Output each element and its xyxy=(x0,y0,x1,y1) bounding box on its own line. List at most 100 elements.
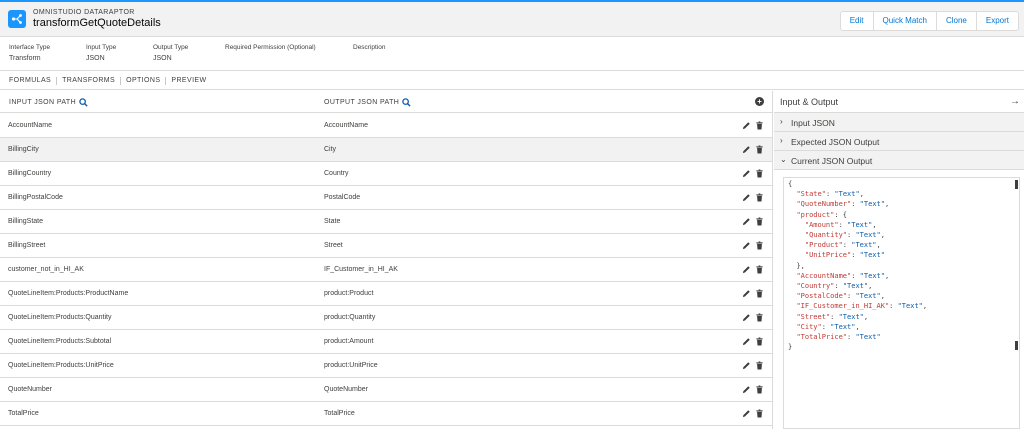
table-row[interactable]: QuoteLineItem:Products:ProductName produc… xyxy=(0,282,772,306)
edit-icon[interactable] xyxy=(742,193,751,202)
table-row[interactable]: BillingCity City xyxy=(0,138,772,162)
delete-icon[interactable] xyxy=(755,241,764,250)
input-path-cell: customer_not_in_HI_AK xyxy=(8,266,84,273)
required-permission-field: Required Permission (Optional) xyxy=(225,44,316,51)
output-path-cell: product:Product xyxy=(324,290,374,297)
export-button[interactable]: Export xyxy=(975,12,1018,30)
add-mapping-icon[interactable]: + xyxy=(755,97,764,106)
chevron-right-icon: › xyxy=(780,136,783,145)
delete-icon[interactable] xyxy=(755,337,764,346)
current-json-output-editor[interactable]: { "State": "Text", "QuoteNumber": "Text"… xyxy=(783,177,1020,429)
table-row[interactable]: QuoteLineItem:Products:UnitPrice product:… xyxy=(0,354,772,378)
quick-match-button[interactable]: Quick Match xyxy=(872,12,936,30)
delete-icon[interactable] xyxy=(755,217,764,226)
chevron-right-icon: › xyxy=(780,117,783,126)
output-path-cell: product:Amount xyxy=(324,338,374,345)
scrollbar-bottom-marker[interactable] xyxy=(1015,341,1018,350)
scrollbar-top-marker[interactable] xyxy=(1015,180,1018,189)
tab-bar: FORMULAS TRANSFORMS OPTIONS PREVIEW xyxy=(0,72,1024,90)
delete-icon[interactable] xyxy=(755,193,764,202)
input-output-title: Input & Output xyxy=(780,97,839,107)
delete-icon[interactable] xyxy=(755,409,764,418)
table-row[interactable]: QuoteNumber QuoteNumber xyxy=(0,378,772,402)
delete-icon[interactable] xyxy=(755,385,764,394)
table-row[interactable]: QuoteLineItem:Products:Subtotal product:A… xyxy=(0,330,772,354)
section-input-json[interactable]: › Input JSON xyxy=(774,113,1024,132)
output-type-field: Output Type JSON xyxy=(153,44,189,62)
table-row[interactable]: BillingState State xyxy=(0,210,772,234)
output-path-header: OUTPUT JSON PATH xyxy=(324,98,411,107)
dataraptor-icon xyxy=(8,10,26,28)
table-row[interactable]: BillingCountry Country xyxy=(0,162,772,186)
edit-icon[interactable] xyxy=(742,217,751,226)
input-path-cell: TotalPrice xyxy=(8,410,39,417)
delete-icon[interactable] xyxy=(755,145,764,154)
table-row[interactable]: QuoteLineItem:Products:Quantity product:Q… xyxy=(0,306,772,330)
edit-icon[interactable] xyxy=(742,265,751,274)
output-path-cell: QuoteNumber xyxy=(324,386,368,393)
edit-button[interactable]: Edit xyxy=(840,12,873,30)
input-path-cell: BillingCountry xyxy=(8,170,52,177)
collapse-panel-icon[interactable]: → xyxy=(1010,96,1020,107)
input-path-cell: QuoteNumber xyxy=(8,386,52,393)
section-expected-json-output[interactable]: › Expected JSON Output xyxy=(774,132,1024,151)
tab-formulas[interactable]: FORMULAS xyxy=(4,76,58,85)
delete-icon[interactable] xyxy=(755,265,764,274)
interface-type-field: Interface Type Transform xyxy=(9,44,51,62)
table-row[interactable]: BillingStreet Street xyxy=(0,234,772,258)
input-path-cell: BillingPostalCode xyxy=(8,194,63,201)
object-type-label: OMNISTUDIO DATARAPTOR xyxy=(33,9,135,16)
output-path-cell: PostalCode xyxy=(324,194,361,201)
delete-icon[interactable] xyxy=(755,121,764,130)
chevron-down-icon: ⌄ xyxy=(780,155,787,164)
input-path-cell: AccountName xyxy=(8,122,52,129)
header-button-group: Edit Quick Match Clone Export xyxy=(839,11,1019,31)
page-header: OMNISTUDIO DATARAPTOR transformGetQuoteD… xyxy=(0,2,1024,37)
mapping-table: INPUT JSON PATH OUTPUT JSON PATH + Accou… xyxy=(0,91,773,429)
input-path-cell: BillingCity xyxy=(8,146,39,153)
input-path-cell: QuoteLineItem:Products:Quantity xyxy=(8,314,112,321)
input-path-cell: QuoteLineItem:Products:Subtotal xyxy=(8,338,112,345)
edit-icon[interactable] xyxy=(742,409,751,418)
table-row[interactable]: TotalPrice TotalPrice xyxy=(0,402,772,426)
tab-transforms[interactable]: TRANSFORMS xyxy=(57,76,122,85)
mapping-table-header: INPUT JSON PATH OUTPUT JSON PATH + xyxy=(0,91,772,113)
search-icon[interactable] xyxy=(79,98,88,107)
tab-preview[interactable]: PREVIEW xyxy=(166,77,211,85)
table-row[interactable]: BillingPostalCode PostalCode xyxy=(0,186,772,210)
edit-icon[interactable] xyxy=(742,121,751,130)
edit-icon[interactable] xyxy=(742,337,751,346)
output-path-cell: TotalPrice xyxy=(324,410,355,417)
edit-icon[interactable] xyxy=(742,241,751,250)
tab-options[interactable]: OPTIONS xyxy=(121,76,167,85)
record-details: Interface Type Transform Input Type JSON… xyxy=(0,37,1024,71)
clone-button[interactable]: Clone xyxy=(935,12,976,30)
table-row[interactable]: customer_not_in_HI_AK IF_Customer_in_HI_A… xyxy=(0,258,772,282)
delete-icon[interactable] xyxy=(755,289,764,298)
input-path-cell: QuoteLineItem:Products:UnitPrice xyxy=(8,362,114,369)
output-path-cell: AccountName xyxy=(324,122,368,129)
output-path-cell: IF_Customer_in_HI_AK xyxy=(324,266,398,273)
json-output-text: { "State": "Text", "QuoteNumber": "Text"… xyxy=(788,180,928,352)
input-path-cell: QuoteLineItem:Products:ProductName xyxy=(8,290,129,297)
edit-icon[interactable] xyxy=(742,289,751,298)
edit-icon[interactable] xyxy=(742,313,751,322)
input-output-panel: Input & Output → › Input JSON › Expected… xyxy=(774,91,1024,429)
edit-icon[interactable] xyxy=(742,361,751,370)
search-icon[interactable] xyxy=(402,98,411,107)
output-path-cell: product:Quantity xyxy=(324,314,376,321)
output-path-cell: Street xyxy=(324,242,343,249)
input-path-cell: BillingState xyxy=(8,218,44,225)
section-current-json-output[interactable]: ⌄ Current JSON Output xyxy=(774,151,1024,170)
delete-icon[interactable] xyxy=(755,313,764,322)
edit-icon[interactable] xyxy=(742,169,751,178)
delete-icon[interactable] xyxy=(755,361,764,370)
edit-icon[interactable] xyxy=(742,145,751,154)
table-row[interactable]: AccountName AccountName xyxy=(0,114,772,138)
output-path-cell: State xyxy=(324,218,341,225)
input-path-cell: BillingStreet xyxy=(8,242,46,249)
delete-icon[interactable] xyxy=(755,169,764,178)
input-path-header: INPUT JSON PATH xyxy=(9,98,88,107)
output-path-cell: City xyxy=(324,146,337,153)
edit-icon[interactable] xyxy=(742,385,751,394)
